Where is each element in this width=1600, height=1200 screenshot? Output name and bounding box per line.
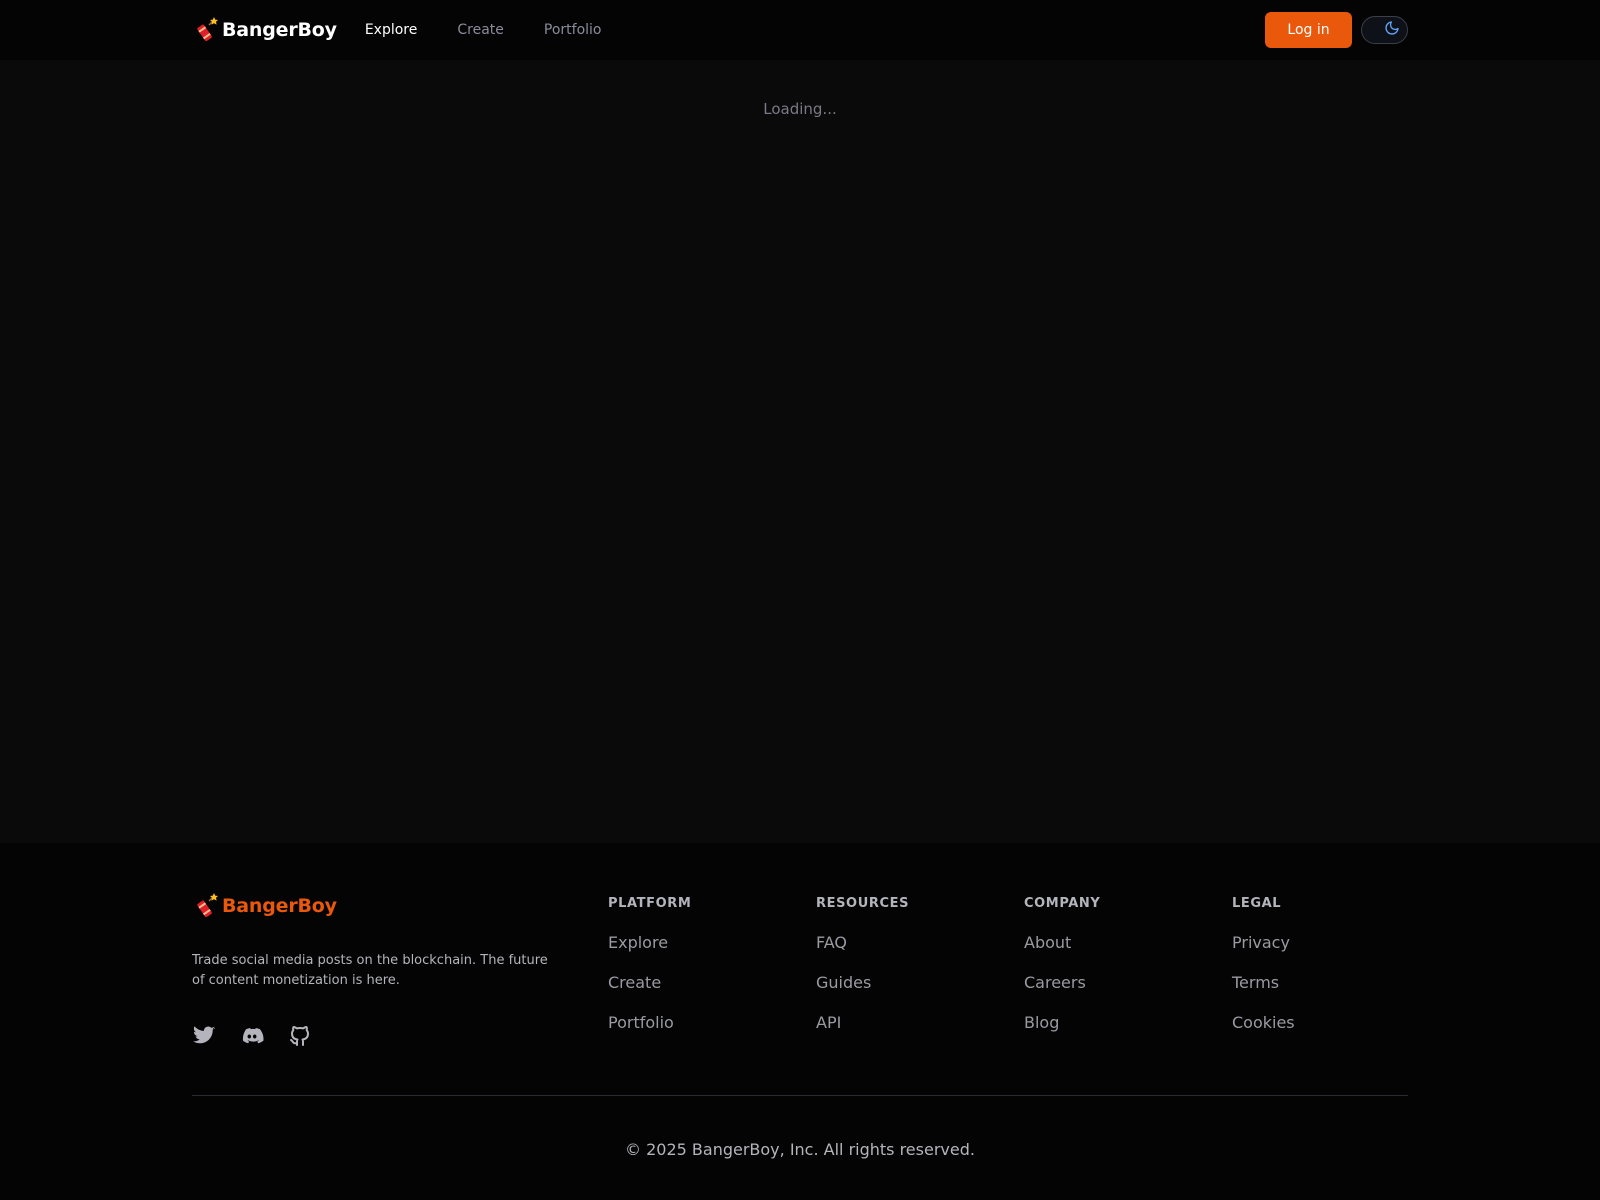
- footer-link-portfolio[interactable]: Portfolio: [608, 1012, 798, 1034]
- main-nav: Explore Create Portfolio: [365, 22, 642, 38]
- copyright-text: © 2025 BangerBoy, Inc. All rights reserv…: [625, 1140, 975, 1159]
- nav-create[interactable]: Create: [457, 22, 504, 38]
- main-content: Loading...: [0, 60, 1600, 843]
- footer-column-platform: PLATFORM Explore Create Portfolio: [608, 893, 798, 1034]
- github-icon[interactable]: [288, 1024, 312, 1048]
- footer-link-careers[interactable]: Careers: [1024, 972, 1214, 994]
- footer-column-legal: LEGAL Privacy Terms Cookies: [1232, 893, 1422, 1034]
- footer-link-privacy[interactable]: Privacy: [1232, 932, 1422, 954]
- footer-link-about[interactable]: About: [1024, 932, 1214, 954]
- footer-link-create[interactable]: Create: [608, 972, 798, 994]
- loading-text: Loading...: [763, 100, 837, 118]
- footer-link-cookies[interactable]: Cookies: [1232, 1012, 1422, 1034]
- nav-portfolio[interactable]: Portfolio: [544, 22, 602, 38]
- footer-link-faq[interactable]: FAQ: [816, 932, 1006, 954]
- header-actions: Log in: [1265, 12, 1408, 48]
- moon-icon: [1384, 20, 1400, 40]
- footer-column-resources: RESOURCES FAQ Guides API: [816, 893, 1006, 1034]
- theme-toggle[interactable]: [1361, 16, 1408, 44]
- footer-brand-link[interactable]: BangerBoy: [192, 893, 337, 919]
- footer-link-explore[interactable]: Explore: [608, 932, 798, 954]
- discord-icon[interactable]: [240, 1024, 264, 1048]
- footer-link-blog[interactable]: Blog: [1024, 1012, 1214, 1034]
- footer-divider: [192, 1095, 1408, 1096]
- footer-link-terms[interactable]: Terms: [1232, 972, 1422, 994]
- footer: BangerBoy Trade social media posts on th…: [0, 843, 1600, 1200]
- footer-column-company: COMPANY About Careers Blog: [1024, 893, 1214, 1034]
- firecracker-icon: [192, 17, 218, 43]
- footer-tagline: Trade social media posts on the blockcha…: [192, 953, 548, 988]
- brand-name: BangerBoy: [222, 19, 337, 41]
- footer-link-api[interactable]: API: [816, 1012, 1006, 1034]
- social-links: [192, 1024, 336, 1048]
- nav-explore[interactable]: Explore: [365, 22, 418, 38]
- footer-column-title: RESOURCES: [816, 896, 910, 911]
- footer-column-title: PLATFORM: [608, 896, 692, 911]
- twitter-icon[interactable]: [192, 1024, 216, 1048]
- login-button[interactable]: Log in: [1265, 12, 1352, 48]
- top-navbar: BangerBoy Explore Create Portfolio Log i…: [0, 0, 1600, 60]
- footer-brand-name: BangerBoy: [222, 895, 337, 917]
- navbar-inner: BangerBoy Explore Create Portfolio Log i…: [192, 0, 1408, 60]
- firecracker-icon: [192, 893, 218, 919]
- footer-column-title: COMPANY: [1024, 896, 1101, 911]
- brand-logo-link[interactable]: BangerBoy: [192, 17, 337, 43]
- footer-column-title: LEGAL: [1232, 896, 1282, 911]
- footer-link-guides[interactable]: Guides: [816, 972, 1006, 994]
